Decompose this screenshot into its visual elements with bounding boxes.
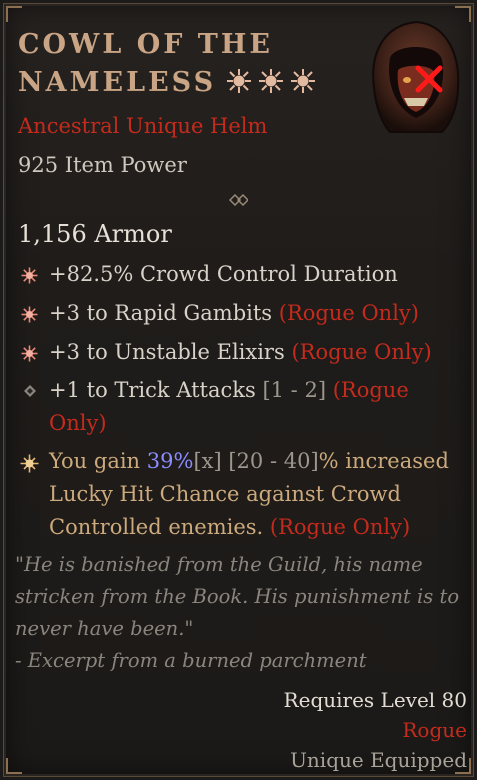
level-requirement: Requires Level 80 [283,688,467,712]
flavor-text: "He is banished from the Guild, his name… [15,549,465,677]
item-name-line2: Nameless [18,67,217,98]
class-restriction: (Rogue Only) [291,340,432,364]
unique-affix-line2: Lucky Hit Chance against Crowd [49,482,401,506]
affix-roll-value: 39% [146,449,194,473]
starburst-bullet-icon [21,267,38,284]
unique-affix-prefix: You gain [49,449,147,473]
flavor-line: "He is banished from the Guild, his name [15,553,423,576]
ancestral-star-icon [291,69,316,93]
frame-corner-ornament [6,6,22,22]
class-restriction-cont: Only) [49,411,107,435]
class-restriction: (Rogue [332,378,409,402]
ancestral-star-icon [259,69,284,93]
starburst-bullet-icon [21,306,38,323]
unique-affix-line3: Controlled enemies. [49,515,270,539]
flavor-attribution: - Excerpt from a burned parchment [15,649,367,672]
armor-value: 1,156 Armor [18,220,172,248]
frame-corner-ornament [6,758,22,774]
affix-range: [1 - 2] [262,378,327,402]
flavor-line: stricken from the Book. His punishment i… [15,585,460,608]
hooded-helm-icon [372,20,460,133]
class-restriction: (Rogue Only) [278,301,419,325]
starburst-bullet-icon [21,345,38,362]
flavor-line: never have been." [15,617,194,640]
affix-roll-mult: [x] [193,449,222,473]
affix-line: +1 to Trick Attacks [1 - 2] (Rogue Only) [49,374,449,440]
item-quality: Ancestral Unique Helm [18,114,268,138]
affix-range: [20 - 40] [221,449,319,473]
unique-affix-line3-wrap: Controlled enemies. (Rogue Only) [49,511,459,544]
unique-affix-suffix: % increased [318,449,449,473]
affix-line: +3 to Rapid Gambits (Rogue Only) [49,297,449,330]
affix-line: +3 to Unstable Elixirs (Rogue Only) [49,336,449,369]
item-power: 925 Item Power [18,153,187,177]
ancestral-star-icon [227,69,252,93]
equip-restriction: Unique Equipped [290,748,467,772]
item-name-line1: Cowl of the [18,29,273,60]
item-name-line2-wrap: Nameless [18,64,348,102]
affix-text: +82.5% Crowd Control Duration [49,262,398,286]
class-restriction: (Rogue Only) [269,515,411,539]
affix-text: +3 to Rapid Gambits [49,301,279,325]
affix-line: +82.5% Crowd Control Duration [49,258,449,291]
diamond-bullet-icon [24,385,36,397]
section-divider [12,193,248,207]
affix-text: +1 to Trick Attacks [49,378,263,402]
item-name: Cowl of the Nameless [18,26,348,102]
affix-line-wrap: +1 to Trick Attacks [1 - 2] (Rogue [49,374,449,407]
sun-bullet-icon [20,454,39,473]
class-requirement: Rogue [402,718,467,742]
unique-affix-line1: You gain 39%[x] [20 - 40]% increased [49,445,459,478]
unique-affix: You gain 39%[x] [20 - 40]% increased Luc… [49,445,459,544]
affix-text: +3 to Unstable Elixirs [49,340,292,364]
